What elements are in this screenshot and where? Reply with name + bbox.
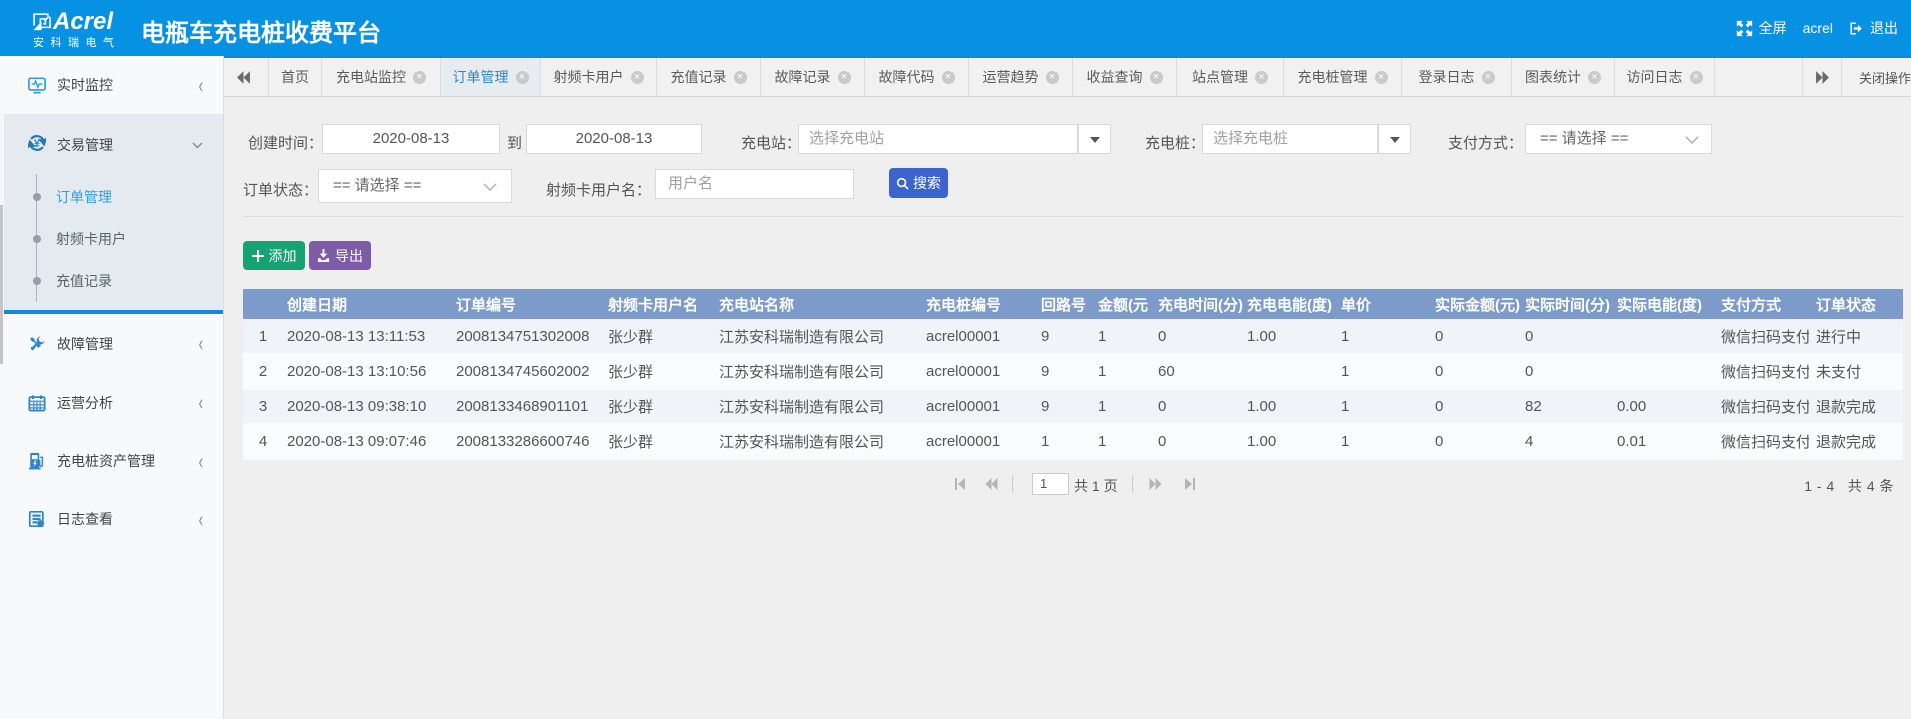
svg-text:¥: ¥ bbox=[34, 138, 40, 150]
